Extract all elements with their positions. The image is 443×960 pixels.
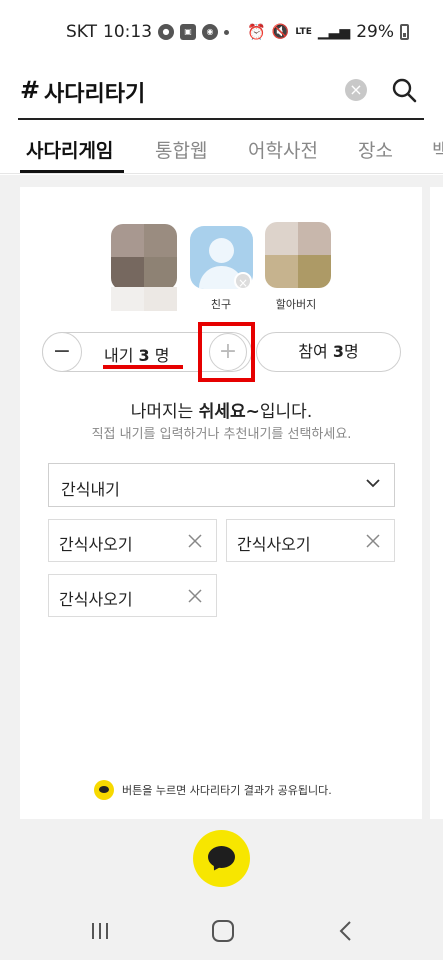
- more-notifications-icon: [224, 29, 230, 35]
- highlight-underline: [103, 365, 183, 369]
- status-bar: SKT 10:13 ● ▣ ◉ ⏰ 🔇 LTE ▁▃▅ 29%: [0, 0, 443, 64]
- bet-count-value: 내기 3 명: [104, 342, 169, 366]
- bet-chip-3: 간식사오기: [48, 574, 217, 617]
- participant-label-3: 할아버지: [275, 298, 317, 311]
- default-profile-icon: [209, 238, 234, 263]
- search-underline: [18, 118, 424, 120]
- close-icon[interactable]: [364, 532, 382, 550]
- kakaotalk-share-button[interactable]: [193, 830, 250, 887]
- battery-icon: [400, 24, 409, 40]
- instruction-text: 직접 내기를 입력하거나 추천내기를 선택하세요.: [91, 427, 352, 442]
- kakaotalk-icon: [94, 780, 114, 800]
- tab-bar: 사다리게임 통합웹 어학사전 장소 백: [0, 122, 443, 174]
- search-icon[interactable]: [390, 76, 418, 104]
- decrease-button[interactable]: −: [42, 332, 82, 372]
- gallery-notification-icon: ▣: [180, 24, 197, 40]
- back-icon[interactable]: [338, 920, 354, 942]
- home-icon[interactable]: [212, 920, 234, 942]
- rest-message: 나머지는 쉬세요~입니다.: [0, 397, 443, 422]
- bet-count-number: 3: [138, 346, 150, 365]
- bet-chip-label[interactable]: 간식사오기: [59, 531, 133, 555]
- participant-label-2: 친구: [210, 298, 232, 311]
- kakaotalk-notification-icon: ●: [158, 24, 175, 40]
- remove-participant-icon[interactable]: ×: [234, 272, 252, 290]
- share-note: 버튼을 누르면 사다리타기 결과가 공유됩니다.: [94, 780, 332, 800]
- hashtag-symbol: #: [20, 76, 41, 104]
- participants-count-button[interactable]: 참여 3명: [256, 332, 401, 372]
- rest-message-bold: 쉬세요~: [198, 402, 260, 422]
- battery-level: 29%: [356, 22, 394, 42]
- bet-chip-2: 간식사오기: [226, 519, 395, 562]
- participants-number: 3: [332, 342, 344, 361]
- location-notification-icon: ◉: [202, 24, 219, 40]
- system-nav-bar: [0, 900, 443, 960]
- tab-web[interactable]: 통합웹: [155, 136, 207, 163]
- search-bar: # 사다리타기 ×: [0, 64, 443, 120]
- chevron-down-icon: [366, 479, 380, 488]
- participant-avatar-1-blur: [111, 287, 177, 311]
- tab-ladder-game[interactable]: 사다리게임: [26, 136, 113, 163]
- recent-apps-icon[interactable]: [90, 922, 110, 940]
- rest-message-before: 나머지는: [130, 402, 199, 422]
- next-card-edge: [430, 187, 443, 819]
- clear-search-button[interactable]: ×: [345, 79, 367, 101]
- close-icon[interactable]: [186, 532, 204, 550]
- bet-chip-1: 간식사오기: [48, 519, 217, 562]
- tab-places[interactable]: 장소: [358, 136, 393, 163]
- active-tab-indicator: [20, 170, 124, 173]
- share-note-text: 버튼을 누르면 사다리타기 결과가 공유됩니다.: [122, 784, 332, 797]
- status-right: ⏰ 🔇 LTE ▁▃▅ 29%: [247, 22, 409, 42]
- participants-suffix: 명: [343, 342, 359, 361]
- alarm-icon: ⏰: [247, 23, 266, 41]
- highlight-box: [198, 322, 255, 382]
- network-type: LTE: [295, 27, 312, 37]
- status-left: SKT 10:13 ● ▣ ◉: [66, 22, 230, 42]
- rest-message-after: 입니다.: [259, 402, 313, 422]
- search-input[interactable]: 사다리타기: [44, 76, 145, 108]
- clock: 10:13: [103, 22, 153, 42]
- participant-avatar-3[interactable]: [265, 222, 331, 288]
- bet-count-prefix: 내기: [104, 346, 139, 365]
- tab-overflow[interactable]: 백: [432, 136, 443, 163]
- close-icon[interactable]: [186, 587, 204, 605]
- participant-avatar-1[interactable]: [111, 224, 177, 290]
- bet-type-dropdown[interactable]: 간식내기: [48, 463, 395, 507]
- tab-dictionary[interactable]: 어학사전: [248, 136, 318, 163]
- signal-icon: ▁▃▅: [317, 24, 351, 40]
- dropdown-selected-value: 간식내기: [61, 480, 120, 499]
- bet-chip-label[interactable]: 간식사오기: [59, 586, 133, 610]
- mute-icon: 🔇: [271, 24, 290, 40]
- bet-chip-label[interactable]: 간식사오기: [237, 531, 311, 555]
- participants-prefix: 참여: [298, 342, 333, 361]
- bet-count-suffix: 명: [149, 346, 170, 365]
- carrier-label: SKT: [66, 22, 98, 42]
